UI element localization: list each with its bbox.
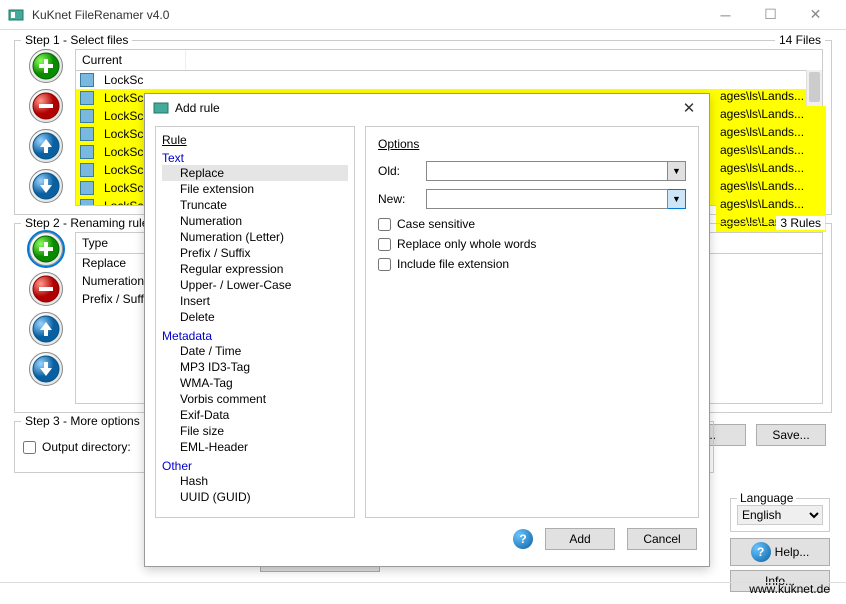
maximize-button[interactable]: ☐ <box>748 1 793 29</box>
step1-count: 14 Files <box>775 33 825 47</box>
app-icon <box>8 7 24 23</box>
old-input[interactable] <box>426 161 668 181</box>
move-file-down-button[interactable] <box>29 169 63 203</box>
rule-tree-item[interactable]: Hash <box>162 473 348 489</box>
help-button[interactable]: ?Help... <box>730 538 830 566</box>
window-title: KuKnet FileRenamer v4.0 <box>32 8 703 22</box>
file-icon <box>80 127 94 141</box>
include-ext-checkbox[interactable] <box>378 258 391 271</box>
case-sensitive-label: Case sensitive <box>397 217 475 231</box>
file-path: ages\ls\Lands... <box>716 88 826 106</box>
col-current[interactable]: Current <box>76 50 186 70</box>
save-rules-button[interactable]: Save... <box>756 424 826 446</box>
rule-tree[interactable]: Rule Text ReplaceFile extensionTruncateN… <box>155 126 355 518</box>
remove-file-button[interactable] <box>29 89 63 123</box>
dialog-add-button[interactable]: Add <box>545 528 615 550</box>
titlebar: KuKnet FileRenamer v4.0 ─ ☐ ✕ <box>0 0 846 30</box>
statusbar <box>0 582 846 604</box>
move-file-up-button[interactable] <box>29 129 63 163</box>
options-header: Options <box>378 137 686 151</box>
dialog-close-button[interactable]: ✕ <box>677 96 701 120</box>
step3-label: Step 3 - More options <box>21 414 144 428</box>
move-rule-down-button[interactable] <box>29 352 63 386</box>
file-name: LockSc <box>98 72 149 88</box>
language-group: Language English <box>730 498 830 532</box>
rule-tree-item[interactable]: Vorbis comment <box>162 391 348 407</box>
file-path: ages\ls\Lands... <box>716 142 826 160</box>
rule-tree-item[interactable]: Prefix / Suffix <box>162 245 348 261</box>
file-icon <box>80 109 94 123</box>
file-name: LockSc <box>98 144 149 160</box>
file-path: ages\ls\Lands... <box>716 160 826 178</box>
file-icon <box>80 199 94 206</box>
case-sensitive-checkbox[interactable] <box>378 218 391 231</box>
rule-tree-item[interactable]: Regular expression <box>162 261 348 277</box>
rule-tree-item[interactable]: Exif-Data <box>162 407 348 423</box>
include-ext-label: Include file extension <box>397 257 509 271</box>
file-icon <box>80 73 94 87</box>
new-input[interactable] <box>426 189 668 209</box>
rule-tree-item[interactable]: EML-Header <box>162 439 348 455</box>
language-select[interactable]: English <box>737 505 823 525</box>
new-label: New: <box>378 192 426 206</box>
close-button[interactable]: ✕ <box>793 1 838 29</box>
file-row[interactable]: LockSc <box>76 71 822 89</box>
dialog-cancel-button[interactable]: Cancel <box>627 528 697 550</box>
step2-count: 3 Rules <box>776 216 825 230</box>
rule-tree-item[interactable]: Truncate <box>162 197 348 213</box>
file-name: LockSc <box>98 162 149 178</box>
file-name: LockSc <box>98 108 149 124</box>
rule-tree-item[interactable]: Date / Time <box>162 343 348 359</box>
cat-metadata[interactable]: Metadata <box>162 329 348 343</box>
old-dropdown[interactable]: ▼ <box>668 161 686 181</box>
rule-tree-item[interactable]: File size <box>162 423 348 439</box>
file-name: LockSc <box>98 180 149 196</box>
rule-tree-item[interactable]: UUID (GUID) <box>162 489 348 505</box>
whole-words-label: Replace only whole words <box>397 237 536 251</box>
file-path: ages\ls\Lands... <box>716 106 826 124</box>
rule-tree-item[interactable]: Insert <box>162 293 348 309</box>
dialog-help-icon[interactable]: ? <box>513 529 533 549</box>
rule-tree-item[interactable]: Upper- / Lower-Case <box>162 277 348 293</box>
step2-label: Step 2 - Renaming rules <box>21 216 158 230</box>
whole-words-checkbox[interactable] <box>378 238 391 251</box>
file-path: ages\ls\Lands... <box>716 178 826 196</box>
file-icon <box>80 181 94 195</box>
cat-other[interactable]: Other <box>162 459 348 473</box>
file-path: ages\ls\Lands... <box>716 124 826 142</box>
cat-text[interactable]: Text <box>162 151 348 165</box>
move-rule-up-button[interactable] <box>29 312 63 346</box>
output-dir-checkbox[interactable] <box>23 441 36 454</box>
rule-tree-item[interactable]: Delete <box>162 309 348 325</box>
minimize-button[interactable]: ─ <box>703 1 748 29</box>
rule-tree-item[interactable]: File extension <box>162 181 348 197</box>
output-dir-label: Output directory: <box>42 440 131 454</box>
add-rule-dialog: Add rule ✕ Rule Text ReplaceFile extensi… <box>144 93 710 567</box>
rule-tree-item[interactable]: Numeration (Letter) <box>162 229 348 245</box>
rule-tree-item[interactable]: Numeration <box>162 213 348 229</box>
file-icon <box>80 145 94 159</box>
help-icon: ? <box>751 542 771 562</box>
rule-tree-item[interactable]: MP3 ID3-Tag <box>162 359 348 375</box>
file-name: LockSc <box>98 198 149 206</box>
main-content: Step 1 - Select files 14 Files Current L… <box>0 30 846 604</box>
step1-label: Step 1 - Select files <box>21 33 132 47</box>
language-label: Language <box>737 491 796 505</box>
dialog-title: Add rule <box>175 101 677 115</box>
rule-tree-item[interactable]: WMA-Tag <box>162 375 348 391</box>
file-name: LockSc <box>98 90 149 106</box>
add-file-button[interactable] <box>29 49 63 83</box>
rule-header: Rule <box>162 133 348 147</box>
file-path: ages\ls\Lands... <box>716 196 826 214</box>
remove-rule-button[interactable] <box>29 272 63 306</box>
file-icon <box>80 91 94 105</box>
rule-tree-item[interactable]: Replace <box>162 165 348 181</box>
dialog-icon <box>153 100 169 116</box>
old-label: Old: <box>378 164 426 178</box>
file-icon <box>80 163 94 177</box>
rule-options: Options Old: ▼ New: ▼ Case sensitive <box>365 126 699 518</box>
add-rule-button[interactable] <box>29 232 63 266</box>
file-name: LockSc <box>98 126 149 142</box>
new-dropdown[interactable]: ▼ <box>668 189 686 209</box>
